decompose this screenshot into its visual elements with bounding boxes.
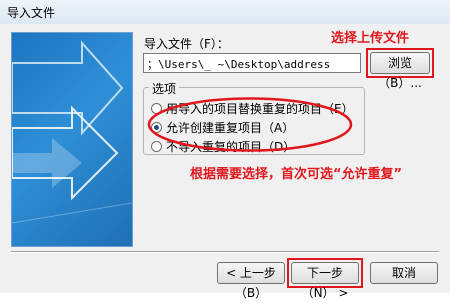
options-highlight-ellipse <box>147 97 353 152</box>
arrows-icon <box>12 40 132 224</box>
upload-annotation: 选择上传文件 <box>331 31 410 46</box>
options-label: 选项 <box>149 80 180 97</box>
browse-button[interactable]: 浏览（B）... <box>370 52 430 90</box>
file-path-input[interactable]: ；\Users\_ ~\Desktop\address <box>143 53 361 73</box>
recommendation-annotation: 根据需要选择，首次可选“允许重复” <box>190 167 403 182</box>
window-title: 导入文件 <box>7 6 56 20</box>
footer-divider <box>11 251 439 253</box>
wizard-illustration <box>11 32 133 247</box>
next-button[interactable]: 下一步（N） > <box>291 262 359 300</box>
cancel-button[interactable]: 取消 <box>370 262 438 284</box>
title-bar: 导入文件 <box>0 0 450 25</box>
back-button[interactable]: < 上一步（B） <box>217 262 285 300</box>
import-file-label: 导入文件（F）： <box>144 37 229 51</box>
